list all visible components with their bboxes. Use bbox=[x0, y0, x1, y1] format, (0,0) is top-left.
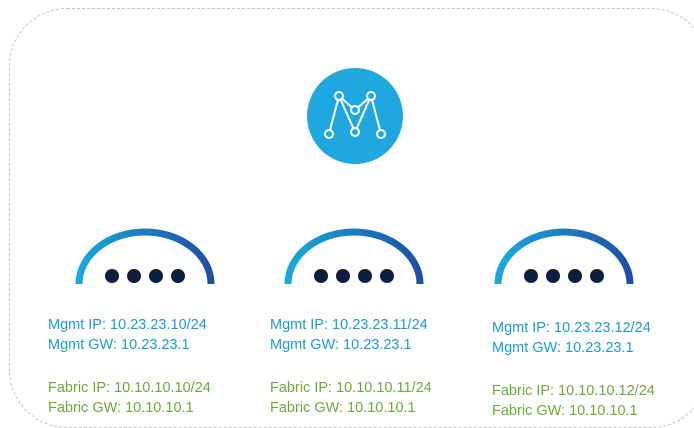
node-2-fabric-info: Fabric IP: 10.10.10.11/24 Fabric GW: 10.… bbox=[270, 378, 432, 418]
fabric-gw-label: Fabric GW: 10.10.10.1 bbox=[270, 400, 416, 416]
fabric-ip-label: Fabric IP: 10.10.10.11/24 bbox=[270, 380, 432, 396]
fabric-gw-label: Fabric GW: 10.10.10.1 bbox=[492, 403, 638, 419]
mgmt-gw-label: Mgmt GW: 10.23.23.1 bbox=[270, 337, 412, 353]
server-node-icon bbox=[494, 228, 634, 285]
node-1-fabric-info: Fabric IP: 10.10.10.10/24 Fabric GW: 10.… bbox=[48, 378, 211, 418]
mgmt-gw-label: Mgmt GW: 10.23.23.1 bbox=[492, 340, 634, 356]
fabric-ip-label: Fabric IP: 10.10.10.12/24 bbox=[492, 383, 655, 399]
server-node-icon bbox=[284, 228, 424, 285]
fabric-gw-label: Fabric GW: 10.10.10.1 bbox=[48, 400, 194, 416]
mgmt-ip-label: Mgmt IP: 10.23.23.10/24 bbox=[48, 317, 207, 333]
node-2-mgmt-info: Mgmt IP: 10.23.23.11/24 Mgmt GW: 10.23.2… bbox=[270, 315, 428, 355]
fabric-ip-label: Fabric IP: 10.10.10.10/24 bbox=[48, 380, 211, 396]
server-node-icon bbox=[75, 228, 215, 285]
node-3-mgmt-info: Mgmt IP: 10.23.23.12/24 Mgmt GW: 10.23.2… bbox=[492, 318, 651, 358]
node-1-mgmt-info: Mgmt IP: 10.23.23.10/24 Mgmt GW: 10.23.2… bbox=[48, 315, 207, 355]
node-3-fabric-info: Fabric IP: 10.10.10.12/24 Fabric GW: 10.… bbox=[492, 381, 655, 421]
mgmt-ip-label: Mgmt IP: 10.23.23.11/24 bbox=[270, 317, 428, 333]
mesh-network-icon bbox=[307, 68, 403, 164]
mgmt-ip-label: Mgmt IP: 10.23.23.12/24 bbox=[492, 320, 651, 336]
mgmt-gw-label: Mgmt GW: 10.23.23.1 bbox=[48, 337, 190, 353]
